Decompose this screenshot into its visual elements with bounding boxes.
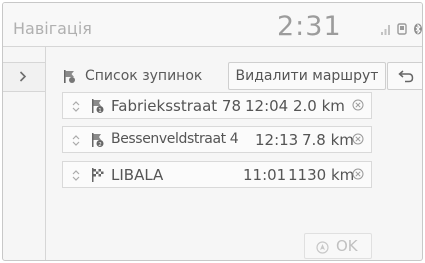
stop-eta: 12:04 (245, 97, 289, 115)
back-arrow-icon (398, 70, 414, 83)
screen-title: Навігація (13, 19, 92, 38)
reorder-handle-icon[interactable] (72, 135, 80, 146)
guidance-start-icon (316, 241, 329, 254)
side-panel (3, 47, 46, 260)
waypoint-list-icon (64, 69, 75, 83)
waypoint-1-icon: 1 (92, 99, 104, 114)
stop-name: Fabrieksstraat 78 (111, 97, 242, 115)
expand-button[interactable] (3, 62, 45, 92)
remove-stop-icon[interactable] (352, 168, 364, 180)
remove-stop-icon[interactable] (352, 99, 364, 111)
svg-text:1: 1 (98, 108, 102, 114)
reorder-handle-icon[interactable] (72, 170, 80, 181)
svg-text:2: 2 (98, 142, 102, 148)
delete-route-button[interactable]: Видалити маршрут (228, 62, 386, 90)
stop-distance: 1130 km (288, 166, 355, 184)
navigation-screen: Навігація 2:31 Список зупинок Видалити м… (2, 2, 423, 261)
signal-icon (381, 25, 390, 35)
remove-stop-icon[interactable] (352, 133, 364, 145)
reorder-handle-icon[interactable] (72, 101, 80, 112)
stop-name: Bessenveldstraat 4 (111, 131, 239, 147)
stop-distance: 2.0 km (293, 97, 345, 115)
header-bar: Навігація 2:31 (3, 3, 422, 47)
phone-icon (397, 23, 407, 35)
stop-eta: 11:01 (243, 166, 287, 184)
ok-label: OK (336, 237, 358, 255)
stop-list-label: Список зупинок (85, 68, 203, 84)
stop-row[interactable]: 2 Bessenveldstraat 4 12:13 7.8 km (62, 126, 372, 153)
stop-row[interactable]: 1 Fabrieksstraat 78 12:04 2.0 km (62, 92, 372, 119)
stop-eta: 12:13 (255, 131, 299, 149)
bluetooth-icon (414, 23, 422, 35)
stop-list-header: Список зупинок (63, 66, 202, 86)
stop-distance: 7.8 km (302, 131, 354, 149)
stop-row[interactable]: LIBALA 11:01 1130 km (62, 161, 372, 188)
ok-button[interactable]: OK (304, 233, 372, 259)
back-button[interactable] (387, 62, 422, 90)
clock: 2:31 (277, 11, 342, 42)
stop-name: LIBALA (111, 166, 164, 184)
waypoint-2-icon: 2 (92, 133, 104, 148)
destination-flag-icon (92, 168, 104, 182)
chevron-right-icon (19, 71, 27, 82)
